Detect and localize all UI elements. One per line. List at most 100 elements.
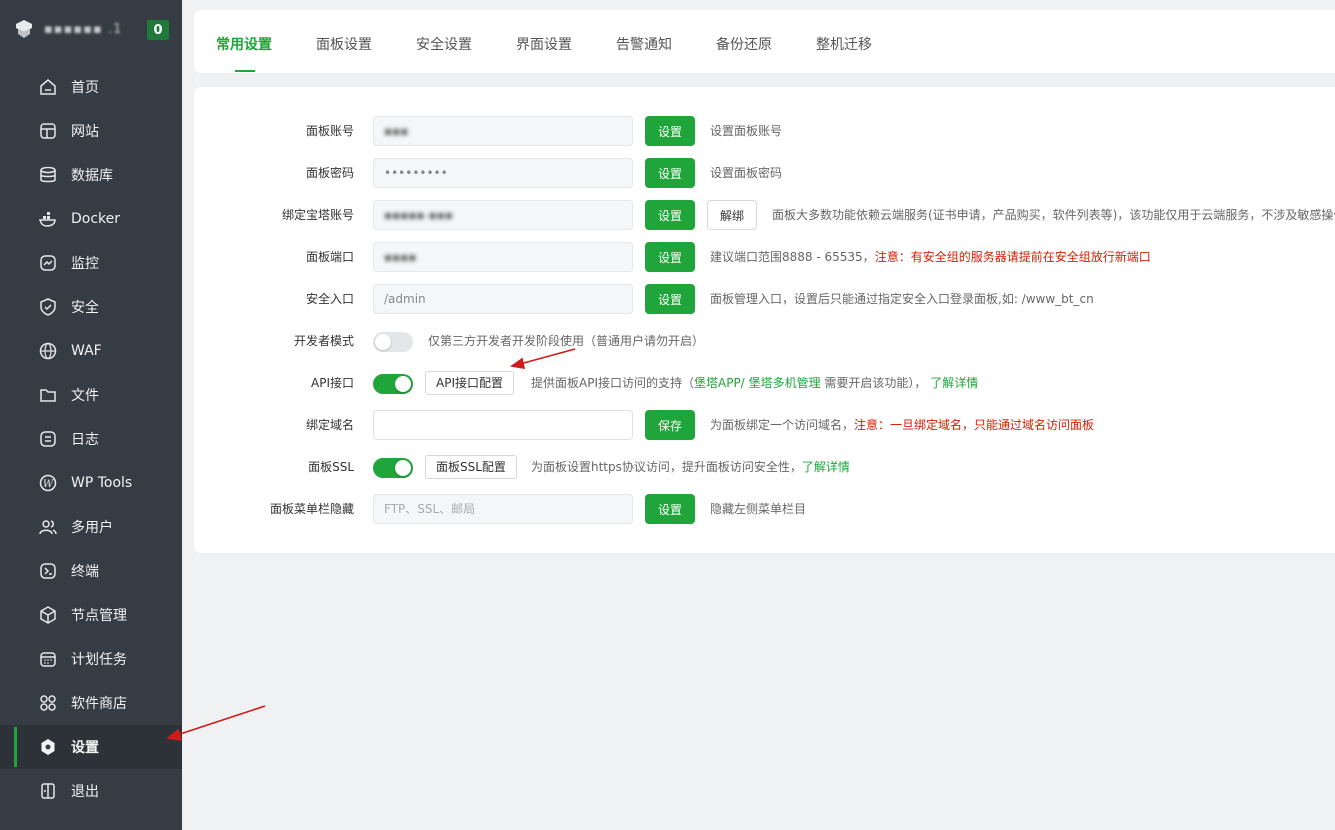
save-domain-button[interactable]: 保存	[645, 410, 695, 440]
unbind-button[interactable]: 解绑	[707, 200, 757, 230]
domain-input[interactable]	[373, 410, 633, 440]
sidebar-item-label: 日志	[71, 432, 99, 448]
row-password: 面板密码 ••••••••• 设置 设置面板密码	[194, 158, 1335, 188]
log-icon	[38, 429, 58, 449]
bind-bt-label: 绑定宝塔账号	[281, 208, 354, 222]
dev-mode-label: 开发者模式	[293, 334, 354, 348]
row-entry: 安全入口 /admin 设置 面板管理入口，设置后只能通过指定安全入口登录面板,…	[194, 284, 1335, 314]
api-hint: 提供面板API接口访问的支持（堡塔APP/ 堡塔多机管理 需要开启该功能）， 了…	[531, 376, 979, 390]
folder-icon	[38, 385, 58, 405]
password-field[interactable]: •••••••••	[373, 158, 633, 188]
monitor-icon	[38, 253, 58, 273]
sidebar-item-label: 文件	[71, 388, 99, 404]
bt-app-link[interactable]: 堡塔APP/	[694, 376, 745, 390]
set-port-button[interactable]: 设置	[645, 242, 695, 272]
sidebar-item-label: 计划任务	[71, 652, 127, 668]
set-account-button[interactable]: 设置	[645, 116, 695, 146]
row-api: API接口 API接口配置 提供面板API接口访问的支持（堡塔APP/ 堡塔多机…	[194, 368, 1335, 398]
sidebar-item-label: 首页	[71, 80, 99, 96]
sidebar-item-label: WP Tools	[71, 475, 133, 491]
sidebar-item-10[interactable]: 多用户	[0, 505, 182, 549]
sidebar-item-7[interactable]: 文件	[0, 373, 182, 417]
sidebar-item-label: 安全	[71, 300, 99, 316]
ssl-config-button[interactable]: 面板SSL配置	[425, 455, 517, 479]
port-field[interactable]: ▪▪▪▪	[373, 242, 633, 272]
sidebar-item-label: 退出	[71, 784, 99, 800]
dev-mode-hint: 仅第三方开发者开发阶段使用（普通用户请勿开启）	[428, 334, 705, 348]
menu-hide-hint: 隐藏左侧菜单栏目	[710, 502, 807, 516]
domain-warning: 注意：一旦绑定域名，只能通过域名访问面板	[854, 418, 1095, 432]
dev-mode-toggle[interactable]	[373, 332, 413, 352]
sidebar-item-2[interactable]: 数据库	[0, 153, 182, 197]
password-label: 面板密码	[305, 166, 354, 180]
set-entry-button[interactable]: 设置	[645, 284, 695, 314]
sidebar-item-11[interactable]: 终端	[0, 549, 182, 593]
account-field[interactable]: ▪▪▪	[373, 116, 633, 146]
bind-bt-hint: 面板大多数功能依赖云端服务(证书申请，产品购买，软件列表等)，该功能仅用于云端服…	[772, 208, 1335, 222]
row-domain: 绑定域名 保存 为面板绑定一个访问域名，注意：一旦绑定域名，只能通过域名访问面板	[194, 410, 1335, 440]
sidebar-item-16[interactable]: 退出	[0, 769, 182, 813]
sidebar-item-1[interactable]: 网站	[0, 109, 182, 153]
sidebar-item-3[interactable]: Docker	[0, 197, 182, 241]
bt-multi-link[interactable]: 堡塔多机管理	[749, 376, 821, 390]
sidebar-item-8[interactable]: 日志	[0, 417, 182, 461]
sidebar-item-5[interactable]: 安全	[0, 285, 182, 329]
entry-field[interactable]: /admin	[373, 284, 633, 314]
globe-icon	[38, 341, 58, 361]
entry-hint: 面板管理入口，设置后只能通过指定安全入口登录面板,如: /www_bt_cn	[710, 292, 1094, 306]
tab-alert-notify[interactable]: 告警通知	[616, 34, 672, 54]
svg-text:W: W	[43, 479, 54, 490]
database-icon	[38, 165, 58, 185]
server-name: ▪▪▪▪▪▪ .1	[44, 21, 123, 37]
set-menu-hide-button[interactable]: 设置	[645, 494, 695, 524]
domain-label: 绑定域名	[305, 418, 354, 432]
sidebar-item-12[interactable]: 节点管理	[0, 593, 182, 637]
settings-arrow-line	[176, 705, 266, 736]
tab-interface-settings[interactable]: 界面设置	[516, 34, 572, 54]
docker-icon	[38, 209, 58, 229]
bind-bt-field[interactable]: ▪▪▪▪▪ ▪▪▪	[373, 200, 633, 230]
tab-security-settings[interactable]: 安全设置	[416, 34, 472, 54]
tab-panel-settings[interactable]: 面板设置	[316, 34, 372, 54]
website-icon	[38, 121, 58, 141]
ssl-toggle[interactable]	[373, 458, 413, 478]
domain-hint: 为面板绑定一个访问域名，注意：一旦绑定域名，只能通过域名访问面板	[710, 418, 1095, 432]
port-hint: 建议端口范围8888 - 65535，注意：有安全组的服务器请提前在安全组放行新…	[710, 250, 1151, 264]
row-dev-mode: 开发者模式 仅第三方开发者开发阶段使用（普通用户请勿开启）	[194, 326, 1335, 356]
settings-panel: 面板账号 ▪▪▪ 设置 设置面板账号 面板密码 ••••••••• 设置 设置面…	[194, 87, 1335, 553]
set-bind-bt-button[interactable]: 设置	[645, 200, 695, 230]
notification-badge[interactable]: 0	[147, 20, 169, 40]
account-hint: 设置面板账号	[710, 124, 783, 138]
tab-backup-restore[interactable]: 备份还原	[716, 34, 772, 54]
row-account: 面板账号 ▪▪▪ 设置 设置面板账号	[194, 116, 1335, 146]
account-label: 面板账号	[305, 124, 354, 138]
api-learn-more-link[interactable]: 了解详情	[930, 376, 978, 390]
tab-common-settings[interactable]: 常用设置	[216, 34, 272, 72]
sidebar-item-15[interactable]: 设置	[0, 725, 182, 769]
port-warning: 注意：有安全组的服务器请提前在安全组放行新端口	[874, 250, 1151, 264]
bt-logo-icon	[14, 19, 34, 39]
menu-hide-label: 面板菜单栏隐藏	[269, 502, 354, 516]
apps-icon	[38, 693, 58, 713]
password-hint: 设置面板密码	[710, 166, 783, 180]
sidebar-item-0[interactable]: 首页	[0, 65, 182, 109]
brand: ▪▪▪▪▪▪ .1 0	[0, 0, 182, 58]
sidebar-item-13[interactable]: 计划任务	[0, 637, 182, 681]
sidebar-item-4[interactable]: 监控	[0, 241, 182, 285]
row-port: 面板端口 ▪▪▪▪ 设置 建议端口范围8888 - 65535，注意：有安全组的…	[194, 242, 1335, 272]
tab-migration[interactable]: 整机迁移	[816, 34, 872, 54]
sidebar-item-14[interactable]: 软件商店	[0, 681, 182, 725]
api-config-button[interactable]: API接口配置	[425, 371, 514, 395]
api-toggle[interactable]	[373, 374, 413, 394]
home-icon	[38, 77, 58, 97]
calendar-icon	[38, 649, 58, 669]
set-password-button[interactable]: 设置	[645, 158, 695, 188]
entry-label: 安全入口	[305, 292, 354, 306]
row-ssl: 面板SSL 面板SSL配置 为面板设置https协议访问，提升面板访问安全性，了…	[194, 452, 1335, 482]
sidebar-item-6[interactable]: WAF	[0, 329, 182, 373]
menu-hide-field[interactable]: FTP、SSL、邮局	[373, 494, 633, 524]
port-label: 面板端口	[305, 250, 354, 264]
sidebar-item-9[interactable]: W WP Tools	[0, 461, 182, 505]
ssl-learn-more-link[interactable]: 了解详情	[802, 460, 850, 474]
sidebar-item-label: 软件商店	[71, 696, 127, 712]
